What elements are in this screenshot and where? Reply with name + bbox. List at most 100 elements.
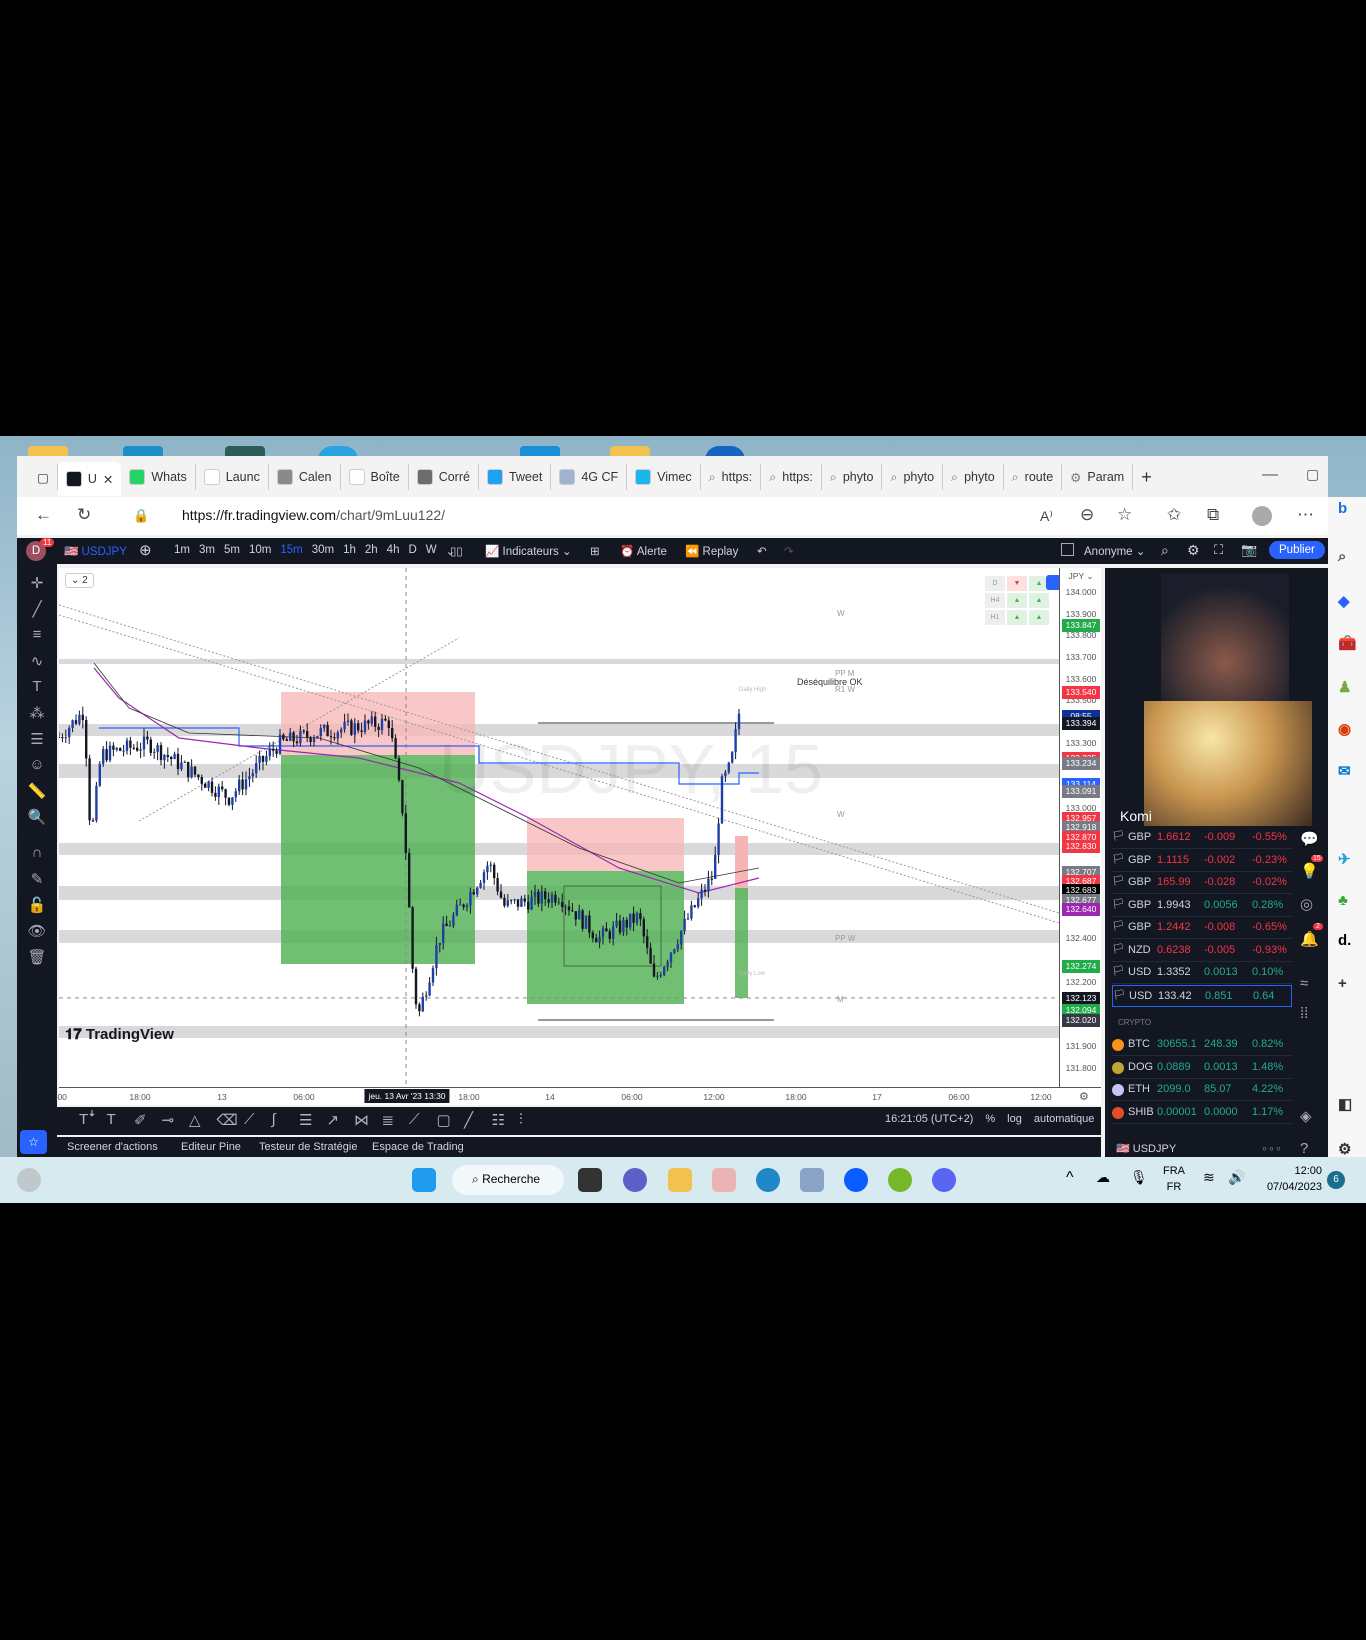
browser-tab[interactable]: ⌕ route (1004, 464, 1063, 490)
prediction-icon[interactable]: ☰ (27, 730, 47, 748)
replay-button[interactable]: ⏪ Replay (685, 544, 738, 558)
language-indicator[interactable]: FRA FR (1163, 1163, 1185, 1195)
browser-tab[interactable]: Boîte (341, 464, 409, 490)
crypto-row[interactable]: ETH 2099.0 85.07 4.22% (1112, 1079, 1292, 1101)
rectangle-tool-icon[interactable]: ▢ (437, 1111, 451, 1129)
layout-count-button[interactable]: ⌄ 2 (65, 573, 94, 588)
url-field[interactable]: https://fr.tradingview.com/chart/9mLuu12… (182, 507, 445, 523)
edge-icon[interactable] (756, 1168, 780, 1192)
trash-icon[interactable]: 🗑 (27, 948, 47, 966)
onedrive-icon[interactable]: ☁ (1096, 1169, 1110, 1186)
chat-icon[interactable]: 💬 (1300, 830, 1319, 848)
ideas-icon[interactable]: 💡 (1300, 862, 1319, 880)
bottom-tab[interactable]: Screener d'actions (67, 1141, 158, 1153)
edge-tools-icon[interactable]: 🧰 (1338, 634, 1357, 652)
streams-icon[interactable]: ◎ (1300, 895, 1313, 913)
emoji-icon[interactable]: ☺ (27, 756, 47, 773)
volume-icon[interactable]: 🔊 (1228, 1169, 1245, 1186)
browser-tab[interactable]: Tweet (479, 464, 552, 490)
edge-sidebar-toggle-icon[interactable]: ◧ (1338, 1095, 1352, 1113)
trend-angle-tool-icon[interactable]: ⟋ (409, 1111, 420, 1128)
sync-icon[interactable] (1046, 575, 1059, 590)
levels-tool-icon[interactable]: ☷ (492, 1111, 505, 1129)
arrow-tool-icon[interactable]: ↗ (327, 1111, 340, 1129)
close-tab-icon[interactable]: ✕ (103, 472, 113, 487)
browser-tab[interactable]: ⌕ https: (701, 464, 762, 490)
line-tool-icon[interactable]: ╱ (464, 1111, 473, 1129)
browser-tab[interactable]: ⌕ https: (761, 464, 822, 490)
eraser-tool-icon[interactable]: ⌫ (217, 1111, 238, 1129)
price-chart[interactable]: Déséquilibre OK PP M R1 W W W PP W M Daily High… (59, 568, 1059, 1087)
crypto-row[interactable]: BTC 30655.1 248.39 0.82% (1112, 1034, 1292, 1056)
horizontal-ray-tool-icon[interactable]: ⊸ (162, 1111, 175, 1129)
tradingview-logo[interactable]: 𝟏𝟕 TradingView (65, 1026, 174, 1043)
crypto-row[interactable]: SHIB 0.00001 0.0000 1.17% (1112, 1102, 1292, 1124)
text-icon[interactable]: T (27, 678, 47, 695)
task-view-icon[interactable] (578, 1168, 602, 1192)
percent-toggle[interactable]: % (985, 1113, 995, 1125)
watchlist-row[interactable]: 🏳 GBP 165.99 -0.028 -0.02% (1112, 872, 1292, 894)
magnet-icon[interactable]: ∩ (27, 844, 47, 861)
microphone-icon[interactable]: 🎙 (1130, 1169, 1148, 1186)
edge-tree-icon[interactable]: ♣ (1338, 892, 1348, 909)
hotlists-icon[interactable]: ≈ (1300, 975, 1308, 992)
settings-icon[interactable]: ⚙ (1187, 542, 1200, 559)
browser-tab[interactable]: ⌕ phyto (822, 464, 883, 490)
tray-chevron-icon[interactable]: ^ (1066, 1169, 1074, 1187)
interval-4h[interactable]: 4h (387, 544, 400, 558)
currency-label[interactable]: JPY ⌄ (1062, 570, 1100, 583)
edge-games-icon[interactable]: ♟ (1338, 678, 1351, 696)
text-tool-icon[interactable]: T (107, 1111, 116, 1128)
browser-tab[interactable]: ⚙ Param (1062, 464, 1134, 490)
more-icon[interactable]: ⋯ (1297, 505, 1314, 525)
axis-settings-icon[interactable]: ⚙ (1079, 1090, 1089, 1103)
log-toggle[interactable]: log (1007, 1113, 1022, 1125)
zoom-icon[interactable] (844, 1168, 868, 1192)
browser-tab[interactable]: Whats (121, 464, 196, 490)
layout-checkbox[interactable] (1061, 543, 1074, 556)
watchlist-footer[interactable]: 🇺🇸 USDJPY ∘∘∘ (1116, 1142, 1282, 1155)
search-icon[interactable]: ⌕ (1161, 542, 1169, 559)
browser-tab[interactable]: 4G CF (551, 464, 628, 490)
snapshot-icon[interactable]: 📷 (1241, 542, 1257, 558)
parallel-tool-icon[interactable]: ☰ (299, 1111, 312, 1129)
interval-15m[interactable]: 15m (280, 544, 302, 558)
interval-1m[interactable]: 1m (174, 544, 190, 558)
bottom-tab[interactable]: Testeur de Stratégie (259, 1141, 357, 1153)
triangle-tool-icon[interactable]: △ (189, 1111, 201, 1129)
collections-icon[interactable]: ⧉ (1207, 505, 1219, 525)
trendline-icon[interactable]: ╱ (27, 600, 47, 618)
new-tab-icon[interactable]: + (1133, 464, 1160, 490)
utorrent-icon[interactable] (888, 1168, 912, 1192)
profile-avatar[interactable] (1252, 506, 1272, 526)
maximize-icon[interactable]: ▢ (1306, 466, 1319, 483)
watchlist-row[interactable]: 🏳 USD 1.3352 0.0013 0.10% (1112, 962, 1292, 984)
compare-symbol-icon[interactable]: ⊕ (139, 541, 152, 559)
favorites-icon[interactable]: ✩ (1167, 505, 1181, 525)
back-icon[interactable]: ← (35, 505, 52, 525)
watchlist-row[interactable]: 🏳 GBP 1.1115 -0.002 -0.23% (1112, 850, 1292, 872)
edge-shopping-icon[interactable]: ◆ (1338, 592, 1350, 610)
layouts-icon[interactable]: ⊞ (590, 544, 600, 558)
symbol-search[interactable]: 🇺🇸 USDJPY (64, 544, 127, 558)
edge-copilot-icon[interactable]: b (1338, 500, 1347, 517)
time-axis[interactable]: ⚙ :00 18:00 13 06:00 18:00 14 06:00 12:00 18:00 1… (55, 1087, 1101, 1105)
teams-icon[interactable] (623, 1168, 647, 1192)
crosshair-icon[interactable]: ✛ (27, 574, 47, 592)
favorites-star-icon[interactable]: ☆ (20, 1130, 47, 1154)
start-icon[interactable] (412, 1168, 436, 1192)
zoom-icon[interactable]: 🔍 (27, 808, 47, 826)
watchlist-row[interactable]: 🏳 GBP 1.9943 0.0056 0.28% (1112, 895, 1292, 917)
wifi-icon[interactable]: ≋ (1203, 1169, 1215, 1186)
browser-tab[interactable]: ⌕ phyto (943, 464, 1004, 490)
edge-outlook-icon[interactable]: ✉ (1338, 762, 1351, 780)
taskbar-search[interactable]: ⌕ Recherche (452, 1165, 564, 1195)
pattern-tool-icon[interactable]: ⋈ (354, 1111, 369, 1129)
read-aloud-icon[interactable]: A⁾ (1040, 508, 1053, 525)
browser-tab[interactable]: Calen (269, 464, 341, 490)
chart-type-icon[interactable]: ▯▯ (450, 544, 463, 558)
pattern-icon[interactable]: ⁂ (27, 704, 47, 722)
alert-button[interactable]: ⏰ Alerte (620, 544, 667, 558)
brush-tool-icon[interactable]: ✐ (134, 1111, 147, 1129)
edge-office-icon[interactable]: ◉ (1338, 720, 1351, 738)
